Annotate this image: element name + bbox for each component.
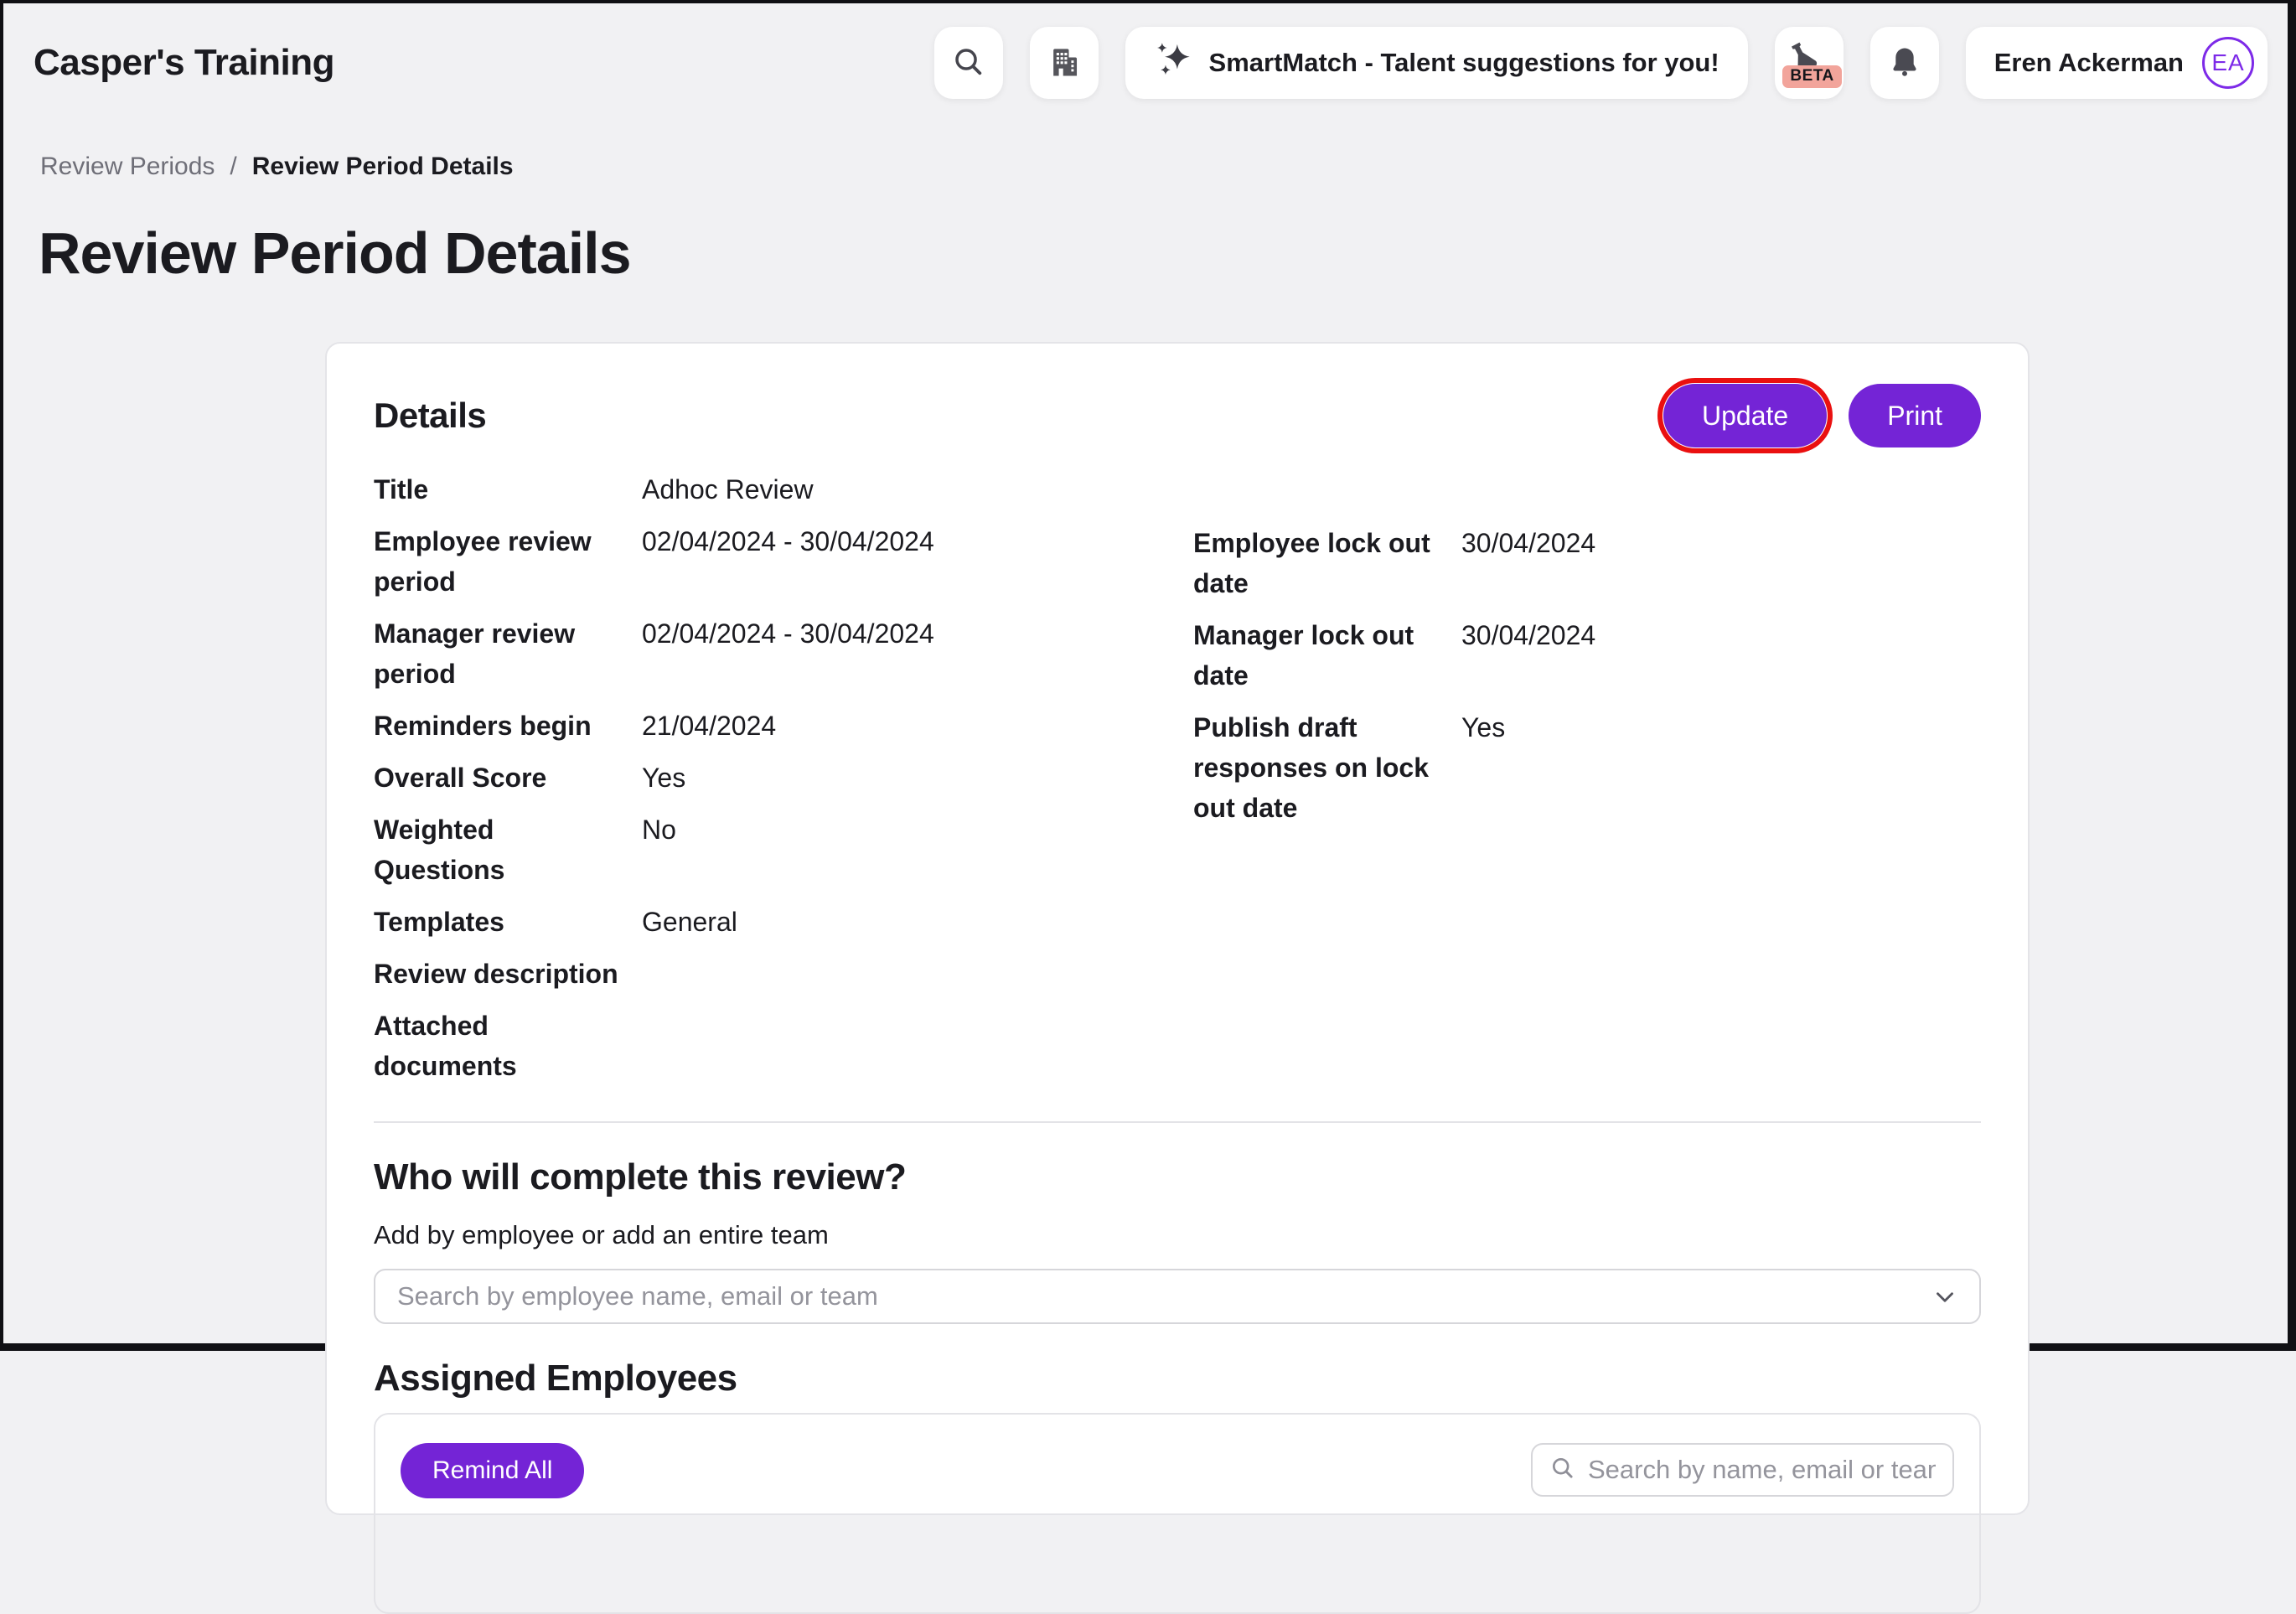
print-button[interactable]: Print <box>1849 384 1981 447</box>
who-heading: Who will complete this review? <box>374 1156 1981 1198</box>
details-fields: Title Adhoc Review Employee review perio… <box>374 469 1981 1098</box>
who-subtitle: Add by employee or add an entire team <box>374 1220 1981 1250</box>
details-heading: Details <box>374 396 486 436</box>
field-title: Title Adhoc Review <box>374 469 1193 510</box>
search-icon <box>1549 1455 1576 1486</box>
smartmatch-label: SmartMatch - Talent suggestions for you! <box>1209 48 1719 78</box>
review-period-details-page: { "app": { "name": "Casper's Training" }… <box>0 0 2296 1351</box>
avatar: EA <box>2202 37 2254 89</box>
details-actions: Update Print <box>1663 384 1981 447</box>
employee-team-search-input[interactable] <box>374 1269 1981 1324</box>
remind-all-button[interactable]: Remind All <box>401 1443 584 1498</box>
employee-team-select <box>374 1269 1981 1324</box>
details-header: Details Update Print <box>374 382 1981 449</box>
breadcrumb: Review Periods / Review Period Details <box>40 153 514 181</box>
breadcrumb-current: Review Period Details <box>252 153 514 181</box>
smartmatch-button[interactable]: SmartMatch - Talent suggestions for you! <box>1125 27 1748 99</box>
breadcrumb-review-periods[interactable]: Review Periods <box>40 153 215 181</box>
organisation-button[interactable] <box>1030 27 1099 99</box>
field-reminders-begin: Reminders begin 21/04/2024 <box>374 706 1193 746</box>
who-will-complete-section: Who will complete this review? Add by em… <box>374 1156 1981 1324</box>
field-employee-review-period: Employee review period 02/04/2024 - 30/0… <box>374 521 1193 602</box>
details-fields-right: Employee lock out date 30/04/2024 Manage… <box>1193 523 1981 840</box>
section-divider <box>374 1121 1981 1123</box>
update-button[interactable]: Update <box>1663 384 1827 447</box>
bell-icon <box>1887 44 1922 82</box>
assigned-search-input[interactable] <box>1588 1455 1936 1485</box>
assigned-search <box>1531 1443 1954 1497</box>
details-fields-left: Title Adhoc Review Employee review perio… <box>374 469 1193 1098</box>
details-card: Details Update Print Title Adhoc Review … <box>325 342 2030 1515</box>
search-icon <box>951 44 986 82</box>
assigned-employees-panel: Remind All <box>374 1413 1981 1614</box>
field-publish-draft-responses: Publish draft responses on lock out date… <box>1193 707 1981 828</box>
beta-badge: BETA <box>1782 65 1841 88</box>
user-name: Eren Ackerman <box>1994 48 2184 78</box>
user-menu-button[interactable]: Eren Ackerman EA <box>1966 27 2268 99</box>
building-icon <box>1046 44 1083 83</box>
page-title: Review Period Details <box>39 220 631 287</box>
sparkle-icon <box>1154 40 1192 85</box>
field-weighted-questions: Weighted Questions No <box>374 810 1193 890</box>
topbar-actions: SmartMatch - Talent suggestions for you!… <box>934 27 2268 99</box>
breadcrumb-separator: / <box>230 153 236 181</box>
field-review-description: Review description <box>374 954 1193 994</box>
assigned-heading: Assigned Employees <box>374 1358 1981 1399</box>
search-button[interactable] <box>934 27 1003 99</box>
assigned-employees-section: Assigned Employees Remind All <box>374 1358 1981 1614</box>
field-overall-score: Overall Score Yes <box>374 758 1193 798</box>
field-templates: Templates General <box>374 902 1193 942</box>
beta-features-button[interactable]: BETA <box>1775 27 1844 99</box>
topbar: Casper's Training <box>34 27 2268 99</box>
field-attached-documents: Attached documents <box>374 1006 1193 1086</box>
notifications-button[interactable] <box>1870 27 1939 99</box>
field-manager-review-period: Manager review period 02/04/2024 - 30/04… <box>374 613 1193 694</box>
field-manager-lock-out-date: Manager lock out date 30/04/2024 <box>1193 615 1981 696</box>
field-employee-lock-out-date: Employee lock out date 30/04/2024 <box>1193 523 1981 603</box>
app-logo: Casper's Training <box>34 42 334 84</box>
